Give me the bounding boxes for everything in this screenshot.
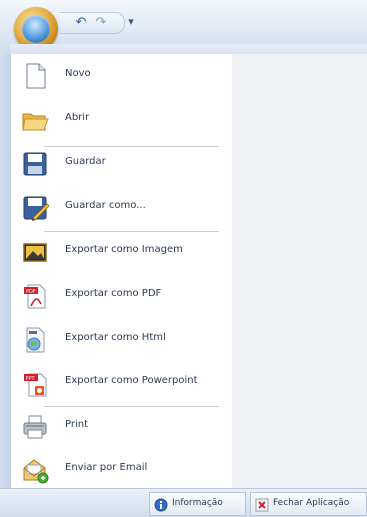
menu-item-label: Guardar xyxy=(65,156,106,167)
info-label: Informação xyxy=(172,498,223,508)
save-as-icon xyxy=(21,194,50,222)
menu-item-label: Novo xyxy=(65,68,91,79)
menu-item-exportar-powerpoint[interactable]: PPT Exportar como Powerpoint xyxy=(10,363,230,403)
menu-item-label: Abrir xyxy=(65,112,90,123)
printer-icon xyxy=(21,413,49,441)
html-icon xyxy=(21,326,49,354)
info-icon xyxy=(154,497,168,512)
menu-item-print[interactable]: Print xyxy=(10,407,230,447)
menu-item-exportar-html[interactable]: Exportar como Html xyxy=(10,320,230,360)
menu-item-exportar-pdf[interactable]: PDF Exportar como PDF xyxy=(10,276,230,316)
menu-item-label: Enviar por Email xyxy=(65,462,148,473)
quick-access-toolbar: ↶ ↷ xyxy=(60,12,125,34)
image-export-icon xyxy=(21,238,49,266)
svg-text:PDF: PDF xyxy=(26,289,36,295)
menu-item-guardar-como[interactable]: Guardar como... xyxy=(10,188,230,228)
redo-icon[interactable]: ↷ xyxy=(92,14,110,32)
menu-item-label: Print xyxy=(65,419,89,430)
status-bar: Informação Fechar Aplicação xyxy=(0,488,367,517)
menu-item-label: Exportar como Html xyxy=(65,332,166,343)
menu-item-novo[interactable]: Novo xyxy=(10,56,230,96)
menu-item-label: Exportar como PDF xyxy=(65,288,162,299)
close-application-icon xyxy=(255,497,269,512)
app-orb-icon xyxy=(22,15,50,43)
customize-toolbar-button[interactable]: ▾ xyxy=(124,13,138,31)
menu-item-enviar-email[interactable]: Enviar por Email xyxy=(10,450,230,490)
menu-item-exportar-imagem[interactable]: Exportar como Imagem xyxy=(10,232,230,272)
menu-item-guardar[interactable]: Guardar xyxy=(10,144,230,184)
open-folder-icon xyxy=(21,106,49,134)
menu-item-abrir[interactable]: Abrir xyxy=(10,100,230,140)
email-icon xyxy=(21,456,49,484)
new-document-icon xyxy=(21,62,49,90)
pdf-icon: PDF xyxy=(21,282,49,310)
menu-item-label: Guardar como... xyxy=(65,200,146,211)
close-application-label: Fechar Aplicação xyxy=(273,498,350,508)
svg-text:PPT: PPT xyxy=(26,376,36,382)
powerpoint-icon: PPT xyxy=(21,369,49,397)
menu-item-label: Exportar como Imagem xyxy=(65,244,183,255)
menu-left-strip xyxy=(0,54,10,488)
undo-icon[interactable]: ↶ xyxy=(72,14,90,32)
info-button[interactable]: Informação xyxy=(149,492,246,516)
menu-top-strip xyxy=(10,44,367,54)
recent-items-pane xyxy=(232,54,367,488)
save-icon xyxy=(21,150,49,178)
menu-item-label: Exportar como Powerpoint xyxy=(65,375,198,386)
close-application-button[interactable]: Fechar Aplicação xyxy=(250,492,367,516)
